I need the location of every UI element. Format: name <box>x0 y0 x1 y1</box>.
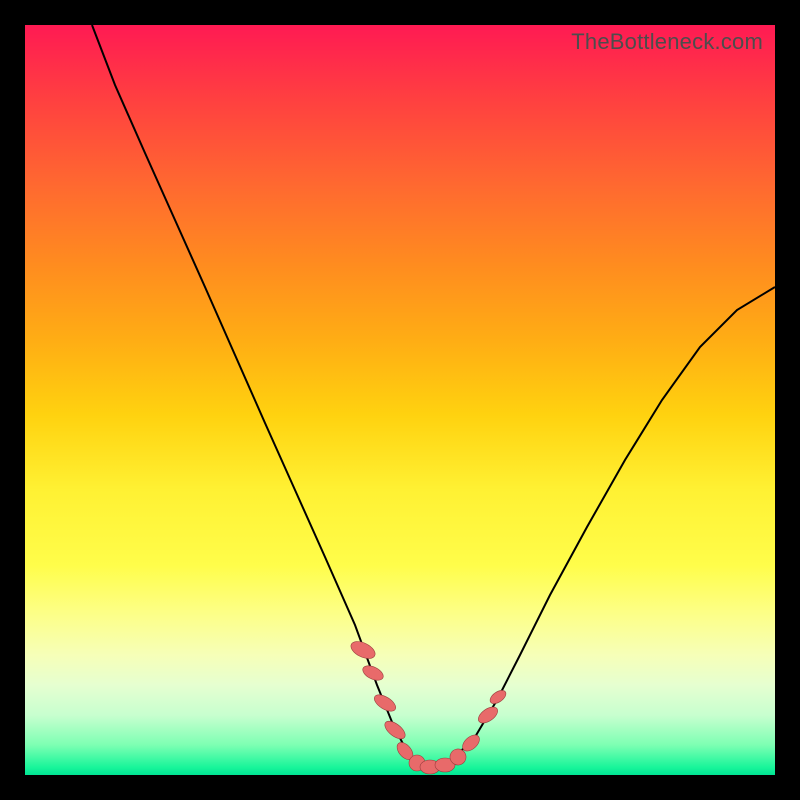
chart-frame: TheBottleneck.com <box>0 0 800 800</box>
bottleneck-curve <box>25 25 775 775</box>
curve-path <box>92 25 775 767</box>
bead-cluster <box>348 638 508 774</box>
plot-area: TheBottleneck.com <box>25 25 775 775</box>
